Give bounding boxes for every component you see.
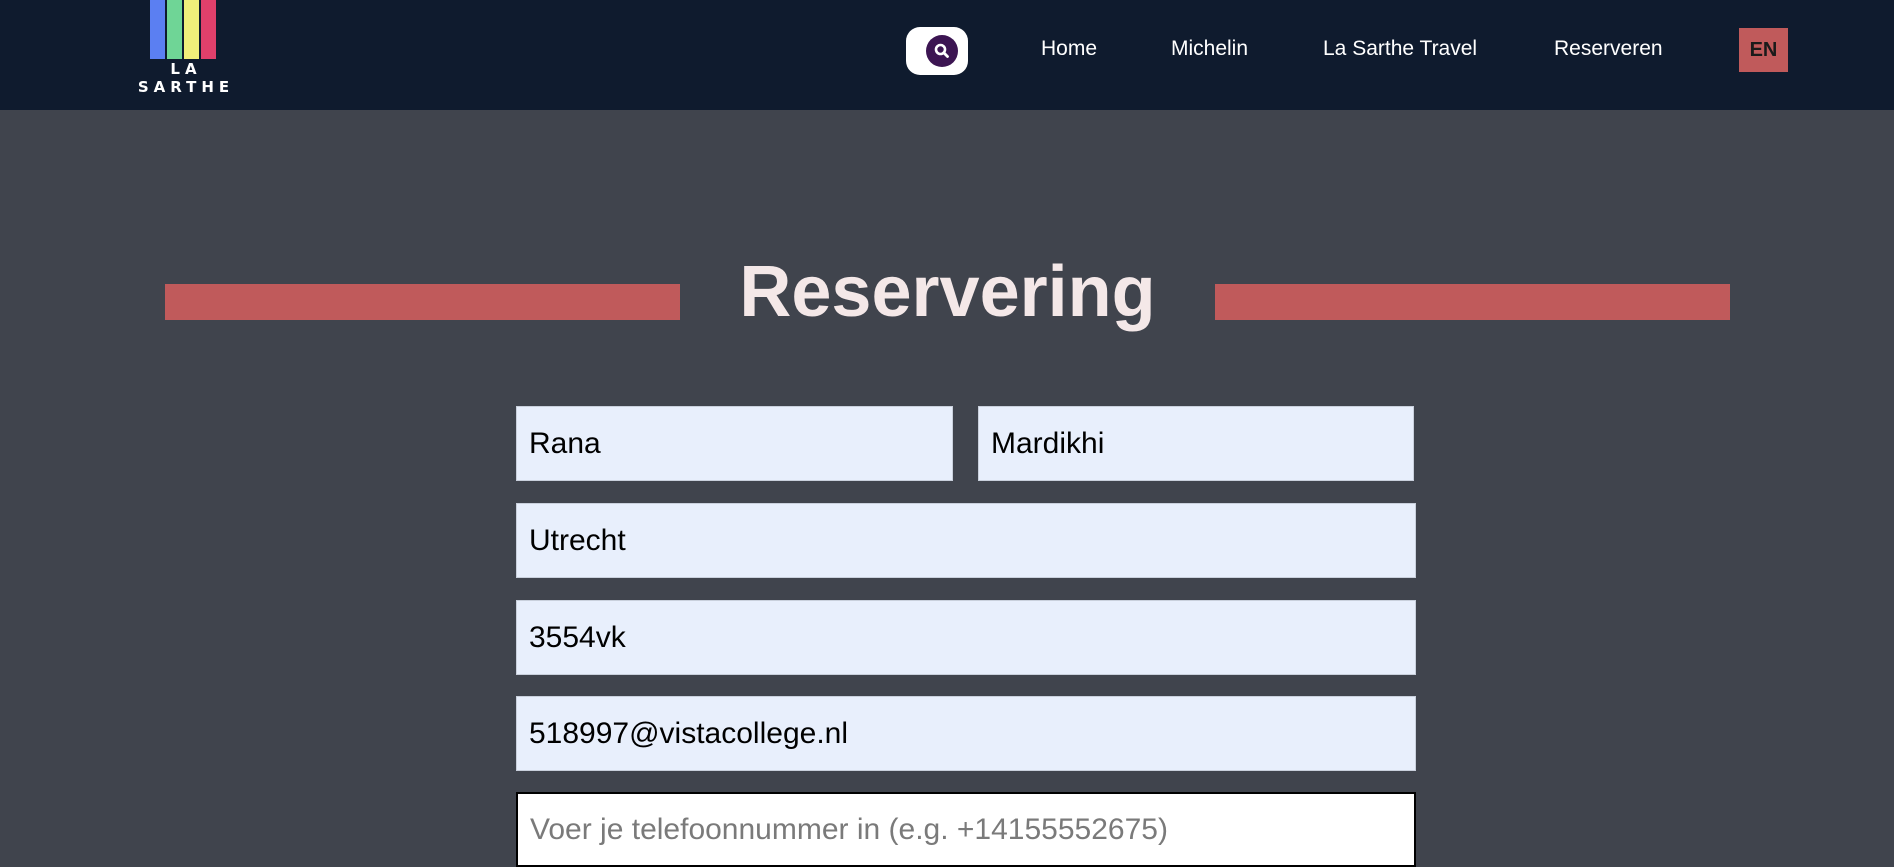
nav-link-michelin[interactable]: Michelin [1171,37,1248,61]
search-button[interactable] [906,27,968,75]
language-button[interactable]: EN [1739,28,1788,72]
logo-text: LA SARTHE [137,60,235,96]
nav-link-home[interactable]: Home [1041,37,1097,61]
last-name-field[interactable] [978,406,1414,481]
logo-stripe-pink [201,0,216,59]
city-field[interactable] [516,503,1416,578]
search-icon [926,35,958,67]
postal-code-field[interactable] [516,600,1416,675]
logo-stripe-blue [150,0,165,59]
page-title: Reservering [739,252,1156,332]
title-bar-left [165,284,680,320]
la-sarthe-logo[interactable]: LA SARTHE [130,0,242,96]
logo-stripe-green [167,0,182,59]
logo-stripe-yellow [184,0,199,59]
title-bar-right [1215,284,1730,320]
top-navbar: LA SARTHE Home Michelin La Sarthe Travel… [0,0,1894,110]
nav-link-reserveren[interactable]: Reserveren [1554,37,1663,61]
phone-field[interactable] [516,792,1416,867]
first-name-field[interactable] [516,406,953,481]
nav-link-la-sarthe-travel[interactable]: La Sarthe Travel [1323,37,1477,61]
email-field[interactable] [516,696,1416,771]
